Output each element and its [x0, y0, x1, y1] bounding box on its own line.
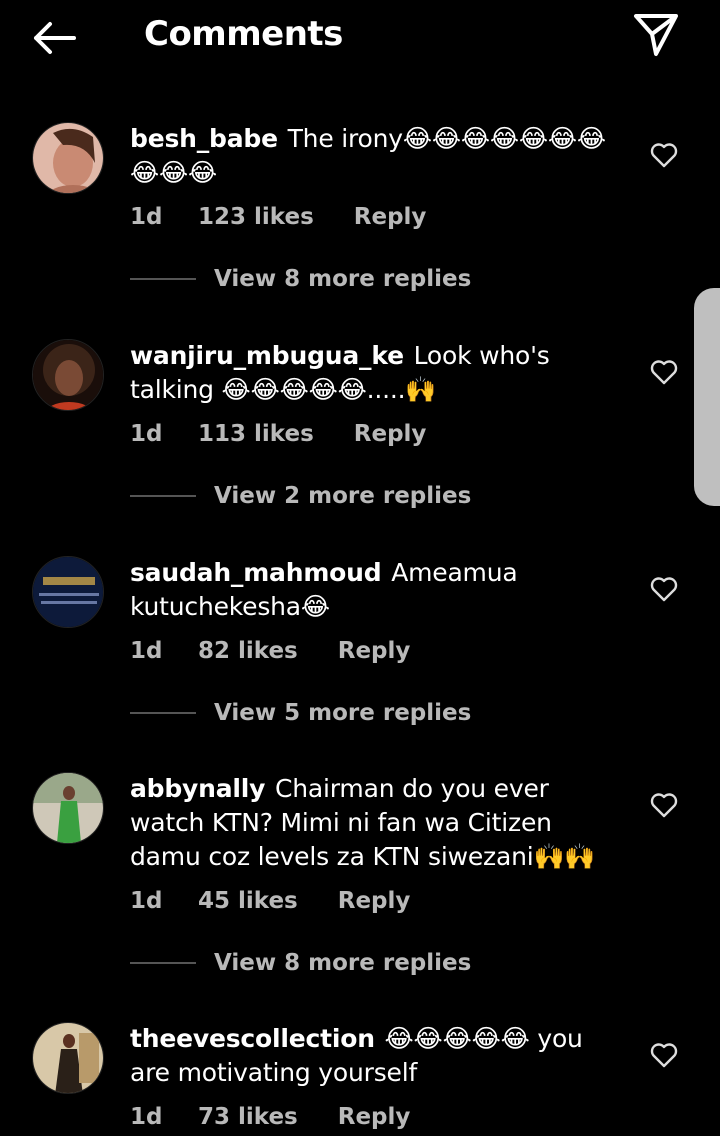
comment-username[interactable]: saudah_mahmoud	[130, 558, 382, 587]
avatar[interactable]	[32, 556, 104, 628]
paper-plane-icon	[634, 14, 678, 56]
comment-likes[interactable]: 123 likes	[198, 204, 314, 230]
page-title: Comments	[144, 14, 343, 54]
divider	[130, 495, 196, 497]
view-replies-button[interactable]: View 5 more replies	[130, 698, 550, 728]
header-bar: Comments	[0, 0, 720, 76]
view-replies-label: View 8 more replies	[214, 950, 472, 976]
heart-outline-icon[interactable]	[650, 576, 678, 602]
reply-button[interactable]: Reply	[354, 204, 427, 230]
avatar[interactable]	[32, 772, 104, 844]
avatar[interactable]	[32, 1022, 104, 1094]
reply-button[interactable]: Reply	[354, 421, 427, 447]
divider	[130, 278, 196, 280]
comments-screen: Comments besh_babe The irony😂😂😂😂😂😂😂😂😂😂 1…	[0, 0, 720, 1136]
comment-text: wanjiru_mbugua_ke Look who's talking 😂😂😂…	[130, 339, 630, 407]
comment-time: 1d	[130, 421, 163, 447]
comment-likes[interactable]: 113 likes	[198, 421, 314, 447]
comment-likes[interactable]: 45 likes	[198, 888, 298, 914]
comment-username[interactable]: wanjiru_mbugua_ke	[130, 341, 404, 370]
comment-time: 1d	[130, 638, 163, 664]
scrollbar-handle[interactable]	[694, 288, 720, 506]
heart-outline-icon[interactable]	[650, 359, 678, 385]
heart-outline-icon[interactable]	[650, 792, 678, 818]
comment-time: 1d	[130, 888, 163, 914]
comment-likes[interactable]: 73 likes	[198, 1104, 298, 1130]
heart-outline-icon[interactable]	[650, 142, 678, 168]
comment-meta: 1d 113 likes Reply	[130, 421, 630, 447]
view-replies-button[interactable]: View 2 more replies	[130, 481, 550, 511]
comment-likes[interactable]: 82 likes	[198, 638, 298, 664]
comment-username[interactable]: theevescollection	[130, 1024, 375, 1053]
reply-button[interactable]: Reply	[338, 638, 411, 664]
view-replies-label: View 2 more replies	[214, 483, 472, 509]
heart-outline-icon[interactable]	[650, 1042, 678, 1068]
comment-username[interactable]: abbynally	[130, 774, 265, 803]
reply-button[interactable]: Reply	[338, 1104, 411, 1130]
back-button[interactable]	[28, 18, 84, 58]
comment-meta: 1d 73 likes Reply	[130, 1104, 630, 1130]
divider	[130, 962, 196, 964]
comment-text: abbynally Chairman do you ever watch KTN…	[130, 772, 630, 874]
view-replies-label: View 5 more replies	[214, 700, 472, 726]
comment-time: 1d	[130, 1104, 163, 1130]
view-replies-button[interactable]: View 8 more replies	[130, 264, 550, 294]
divider	[130, 712, 196, 714]
comment-meta: 1d 82 likes Reply	[130, 638, 630, 664]
comment-text: saudah_mahmoud Ameamua kutuchekesha😂	[130, 556, 630, 624]
avatar[interactable]	[32, 339, 104, 411]
comment-text: theevescollection 😂😂😂😂😂 you are motivati…	[130, 1022, 630, 1090]
comment-time: 1d	[130, 204, 163, 230]
avatar[interactable]	[32, 122, 104, 194]
view-replies-button[interactable]: View 8 more replies	[130, 948, 550, 978]
comment-username[interactable]: besh_babe	[130, 124, 278, 153]
comment-meta: 1d 45 likes Reply	[130, 888, 630, 914]
comment-meta: 1d 123 likes Reply	[130, 204, 630, 230]
arrow-left-icon	[34, 22, 76, 54]
reply-button[interactable]: Reply	[338, 888, 411, 914]
view-replies-label: View 8 more replies	[214, 266, 472, 292]
comment-text: besh_babe The irony😂😂😂😂😂😂😂😂😂😂	[130, 122, 630, 190]
share-button[interactable]	[630, 10, 682, 58]
